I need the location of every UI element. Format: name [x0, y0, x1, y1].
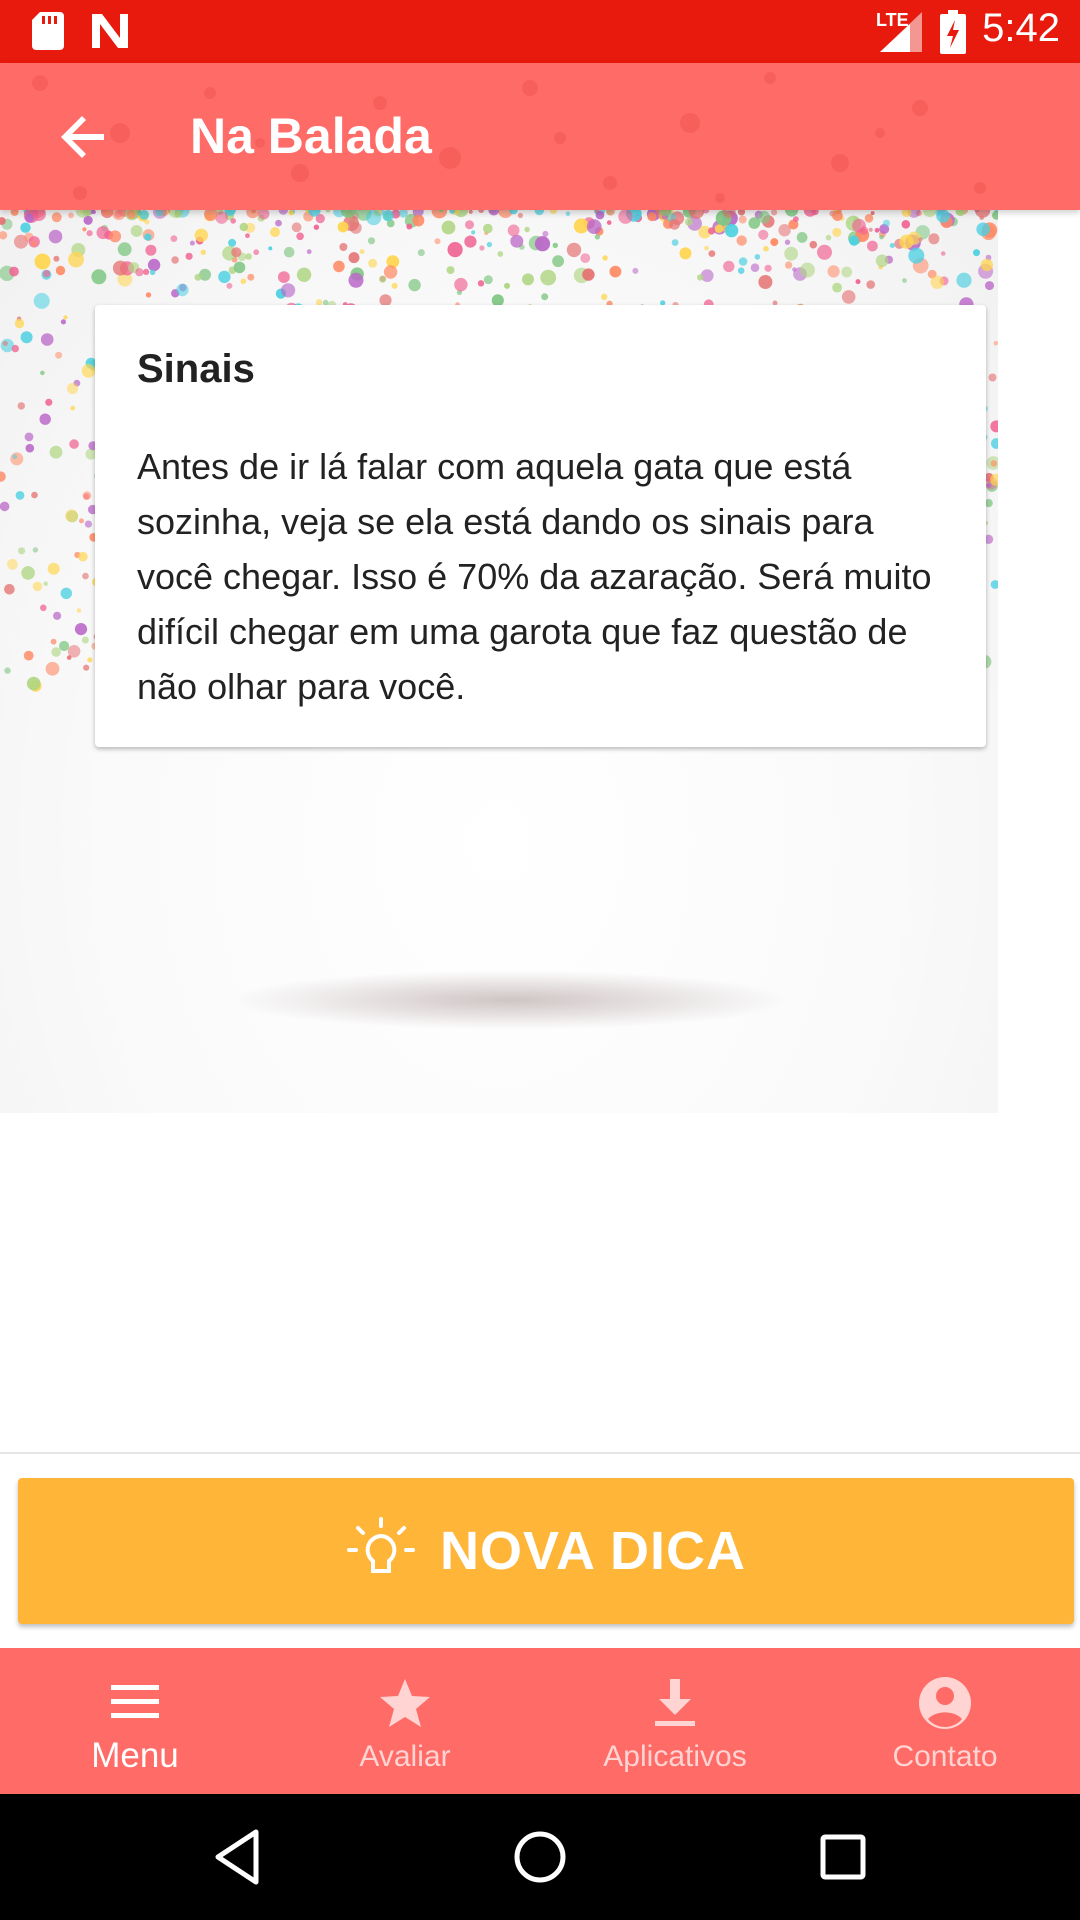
system-navigation-bar — [0, 1794, 1080, 1920]
battery-charging-icon — [940, 10, 966, 54]
recents-square-icon[interactable] — [810, 1824, 876, 1890]
divider — [0, 1452, 1080, 1454]
menu-icon — [111, 1685, 159, 1718]
bottom-navigation: Menu Avaliar Aplicativos Contato — [0, 1648, 1080, 1794]
nav-item-aplicativos[interactable]: Aplicativos — [540, 1648, 810, 1794]
toolbar-pattern — [32, 72, 986, 203]
nav-item-avaliar[interactable]: Avaliar — [270, 1648, 540, 1794]
signal-icon — [880, 12, 922, 52]
nav-label-menu: Menu — [91, 1736, 179, 1775]
sd-card-icon — [32, 12, 64, 50]
back-arrow-icon[interactable] — [52, 105, 116, 169]
nova-dica-label: NOVA DICA — [440, 1521, 746, 1581]
nav-item-menu[interactable]: Menu — [0, 1648, 270, 1794]
nova-dica-button[interactable]: NOVA DICA — [18, 1478, 1074, 1624]
account-icon — [919, 1677, 971, 1729]
back-triangle-icon[interactable] — [204, 1824, 270, 1890]
nav-label-contato: Contato — [892, 1740, 998, 1773]
status-bar: LTE 5:42 — [0, 0, 1080, 63]
lightbulb-icon — [347, 1517, 415, 1573]
app-toolbar: Na Balada — [0, 63, 1080, 210]
download-icon — [655, 1679, 695, 1726]
nav-label-avaliar: Avaliar — [359, 1740, 451, 1773]
clock: 5:42 — [982, 6, 1060, 50]
n-logo-icon — [92, 14, 128, 48]
home-circle-icon[interactable] — [507, 1824, 573, 1890]
tip-card: Sinais Antes de ir lá falar com aquela g… — [95, 305, 986, 747]
tip-text: Antes de ir lá falar com aquela gata que… — [137, 446, 932, 707]
star-icon — [380, 1679, 430, 1727]
nav-item-contato[interactable]: Contato — [810, 1648, 1080, 1794]
nav-label-aplicativos: Aplicativos — [603, 1740, 747, 1773]
page-title: Na Balada — [190, 108, 432, 164]
floor-shadow — [230, 970, 790, 1030]
tip-title: Sinais — [137, 347, 255, 391]
